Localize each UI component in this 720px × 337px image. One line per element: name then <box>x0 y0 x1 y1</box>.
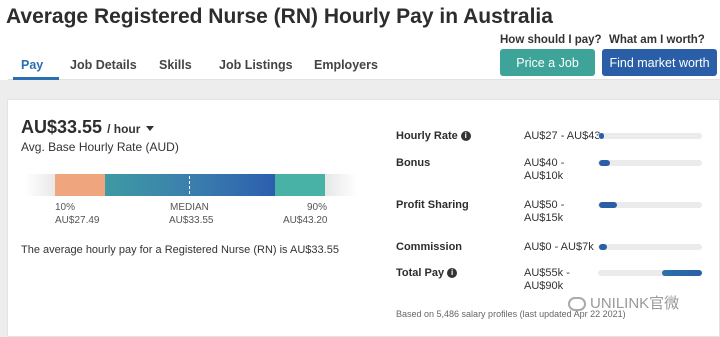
breakdown-track-profit-sharing <box>598 202 702 208</box>
wechat-icon <box>568 297 586 312</box>
breakdown-track-commission <box>598 244 702 250</box>
distribution-low-segment <box>55 174 105 196</box>
what-am-i-worth-label: What am I worth? <box>609 34 705 46</box>
breakdown-label-total-pay: Total Pay i <box>396 267 458 279</box>
pay-summary-text: The average hourly pay for a Registered … <box>21 244 339 256</box>
tab-pay[interactable]: Pay <box>21 58 43 72</box>
rate-amount: AU$33.55 <box>21 117 103 137</box>
breakdown-track-total-pay <box>598 270 702 276</box>
breakdown-label-hourly-rate: Hourly Rate i <box>396 130 471 142</box>
p10-value: AU$27.49 <box>55 215 100 226</box>
tab-employers[interactable]: Employers <box>314 58 378 72</box>
breakdown-fill <box>599 160 610 166</box>
page-title: Average Registered Nurse (RN) Hourly Pay… <box>6 5 553 28</box>
p90-value: AU$43.20 <box>283 215 328 226</box>
breakdown-label-bonus: Bonus <box>396 157 431 169</box>
breakdown-range-hourly-rate: AU$27 - AU$43 <box>524 130 601 142</box>
median-marker <box>189 176 190 194</box>
tab-job-listings[interactable]: Job Listings <box>219 58 293 72</box>
rate-unit: / hour <box>107 122 141 136</box>
breakdown-label-commission: Commission <box>396 241 463 253</box>
tab-job-details[interactable]: Job Details <box>70 58 137 72</box>
breakdown-range-profit-sharing: AU$50 - AU$15k <box>524 199 565 224</box>
tab-bar: Pay Job Details Skills Job Listings Empl… <box>8 50 720 80</box>
breakdown-range-bonus: AU$40 - AU$10k <box>524 157 565 182</box>
info-icon[interactable]: i <box>460 131 471 142</box>
breakdown-fill <box>599 202 617 208</box>
info-icon[interactable]: i <box>447 268 458 279</box>
distribution-mid-segment <box>105 174 275 196</box>
tab-skills[interactable]: Skills <box>159 58 192 72</box>
rate-subtitle: Avg. Base Hourly Rate (AUD) <box>21 140 179 154</box>
breakdown-label-profit-sharing: Profit Sharing <box>396 199 469 211</box>
breakdown-fill <box>662 270 702 276</box>
p10-label: 10% <box>55 202 76 213</box>
median-value: AU$33.55 <box>169 215 214 226</box>
hourly-rate-value[interactable]: AU$33.55 / hour <box>21 117 155 138</box>
median-label: MEDIAN <box>170 202 209 213</box>
watermark: UNILINK官微 <box>568 292 679 313</box>
breakdown-fill <box>599 244 607 250</box>
breakdown-track-bonus <box>598 160 702 166</box>
caret-down-icon[interactable] <box>146 125 155 131</box>
breakdown-fill <box>599 133 604 139</box>
breakdown-track-hourly-rate <box>598 133 702 139</box>
breakdown-range-commission: AU$0 - AU$7k <box>524 241 594 253</box>
how-should-i-pay-label: How should I pay? <box>500 34 602 46</box>
breakdown-range-total-pay: AU$55k - AU$90k <box>524 267 570 292</box>
p90-label: 90% <box>307 202 328 213</box>
distribution-high-segment <box>275 174 325 196</box>
